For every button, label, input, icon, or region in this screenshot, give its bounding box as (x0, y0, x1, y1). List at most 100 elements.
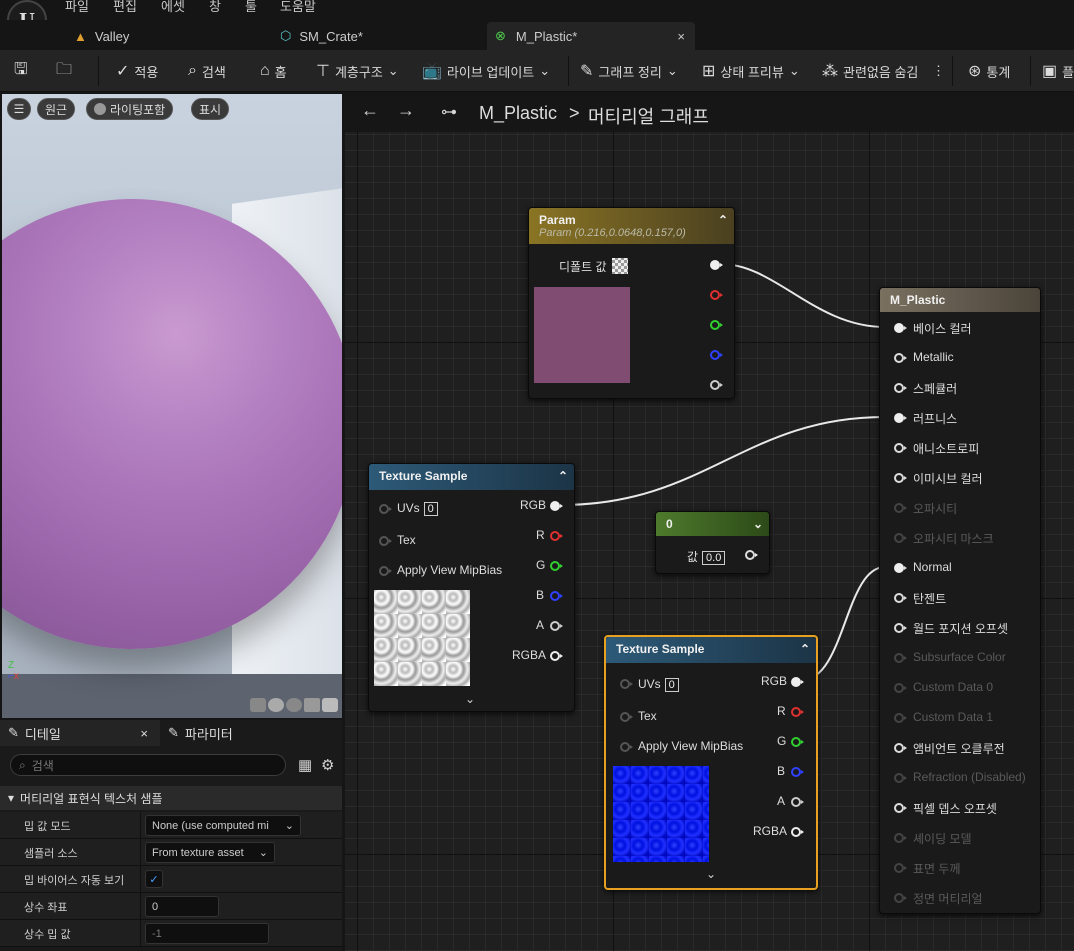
cylinder-icon[interactable] (250, 698, 266, 712)
a-output-pin[interactable] (710, 380, 723, 390)
teapot-icon[interactable] (322, 698, 338, 712)
save-button[interactable]: 🖫 (14, 50, 28, 92)
more-options-button[interactable]: ⋮ (932, 50, 945, 92)
material-preview-viewport[interactable]: ☰ 원근 라이팅포함 표시 Z ⌐x (2, 94, 342, 718)
tex-input-pin[interactable] (620, 712, 633, 722)
uvs-input-pin[interactable] (379, 504, 392, 514)
texture-sample-node[interactable]: Texture Sample ⌃ UVs 0 Tex Apply View Mip… (368, 463, 575, 712)
collapse-icon[interactable]: ⌃ (558, 469, 568, 483)
tab-sm-crate[interactable]: ⬡ SM_Crate* (280, 22, 480, 50)
plane-icon[interactable] (286, 698, 302, 712)
material-input-pin[interactable] (894, 863, 907, 873)
uv-index-input[interactable]: 0 (664, 678, 679, 692)
material-input-pin[interactable] (894, 473, 907, 483)
mipbias-input-pin[interactable] (620, 742, 633, 752)
auto-view-mip-bias-checkbox[interactable]: ✓ (145, 870, 163, 888)
material-input-pin[interactable] (894, 593, 907, 603)
hide-unrelated-button[interactable]: ⁂ 관련없음 숨김 (822, 50, 918, 92)
const-coordinate-input[interactable]: 0 (145, 896, 219, 917)
material-input-pin[interactable] (894, 323, 907, 333)
browse-button[interactable]: 🗀 (56, 50, 72, 92)
live-update-dropdown[interactable]: 📺 라이브 업데이트 ⌄ (422, 50, 550, 92)
a-output-pin[interactable] (791, 797, 804, 807)
material-input-pin[interactable] (894, 713, 907, 723)
constant-node[interactable]: 0 ⌄ 값 0.0 (655, 511, 770, 574)
a-output-pin[interactable] (550, 621, 563, 631)
details-search-input[interactable]: ⌕ 검색 (10, 754, 286, 776)
value-output-pin[interactable] (745, 550, 758, 560)
collapse-icon[interactable]: ⌃ (718, 213, 728, 227)
material-input-pin[interactable] (894, 803, 907, 813)
tab-m-plastic[interactable]: ⊗ M_Plastic* × (487, 22, 695, 50)
texture-sample-node-selected[interactable]: Texture Sample ⌃ UVs 0 Tex Apply View Mip… (604, 635, 818, 890)
g-output-pin[interactable] (550, 561, 563, 571)
r-output-pin[interactable] (791, 707, 804, 717)
expand-chevron-icon[interactable]: ⌄ (465, 692, 475, 706)
lit-mode-button[interactable]: 라이팅포함 (86, 98, 174, 120)
tex-input-pin[interactable] (379, 536, 392, 546)
material-input-pin[interactable] (894, 413, 907, 423)
close-icon[interactable]: × (140, 726, 148, 741)
menu-asset[interactable]: 에셋 (161, 0, 185, 15)
material-input-pin[interactable] (894, 623, 907, 633)
material-node-header[interactable]: M_Plastic (880, 288, 1040, 312)
sphere-icon[interactable] (268, 698, 284, 712)
material-input-pin[interactable] (894, 893, 907, 903)
grid-view-icon[interactable]: ▦ (298, 756, 312, 774)
rgb-output-pin[interactable] (791, 677, 804, 687)
rgba-output-pin[interactable] (550, 651, 563, 661)
preview-state-dropdown[interactable]: ⊞ 상태 프리뷰 ⌄ (702, 50, 800, 92)
material-input-pin[interactable] (894, 353, 907, 363)
uv-index-input[interactable]: 0 (423, 502, 438, 516)
r-output-pin[interactable] (550, 531, 563, 541)
material-result-node[interactable]: M_Plastic 베이스 컬러 Metallic 스페큘러 러프니스 애니소트로피 이미… (879, 287, 1041, 914)
checker-swatch-icon[interactable] (612, 258, 628, 274)
b-output-pin[interactable] (791, 767, 804, 777)
menu-help[interactable]: 도움말 (280, 0, 316, 15)
show-button[interactable]: 표시 (191, 98, 230, 120)
close-tab-icon[interactable]: × (677, 29, 685, 44)
sampler-source-dropdown[interactable]: From texture asset ⌄ (145, 842, 275, 863)
material-input-pin[interactable] (894, 443, 907, 453)
platform-button[interactable]: ▣ 플 (1042, 50, 1074, 92)
rgba-output-pin[interactable] (791, 827, 804, 837)
back-arrow-icon[interactable]: ← (361, 100, 379, 121)
perspective-button[interactable]: 원근 (37, 98, 76, 120)
chevron-down-icon[interactable]: ⌄ (753, 517, 763, 531)
search-button[interactable]: ⌕ 검색 (188, 50, 226, 92)
constant-value-input[interactable]: 0.0 (702, 551, 726, 565)
home-button[interactable]: ⌂ 홈 (260, 50, 287, 92)
rgb-output-pin[interactable] (550, 501, 563, 511)
expand-chevron-icon[interactable]: ⌄ (706, 867, 716, 881)
menu-window[interactable]: 창 (209, 0, 221, 15)
hierarchy-dropdown[interactable]: ⊤ 계층구조 ⌄ (316, 50, 399, 92)
material-input-pin[interactable] (894, 503, 907, 513)
tab-parameters[interactable]: ✎ 파라미터 (168, 720, 233, 746)
material-input-pin[interactable] (894, 533, 907, 543)
breadcrumb-asset[interactable]: M_Plastic (479, 103, 557, 124)
clean-graph-dropdown[interactable]: ✎ 그래프 정리 ⌄ (580, 50, 678, 92)
cube-icon[interactable] (304, 698, 320, 712)
g-output-pin[interactable] (791, 737, 804, 747)
material-input-pin[interactable] (894, 773, 907, 783)
mipbias-input-pin[interactable] (379, 566, 392, 576)
gear-icon[interactable]: ⚙ (321, 756, 334, 774)
b-output-pin[interactable] (550, 591, 563, 601)
uvs-input-pin[interactable] (620, 679, 633, 689)
tab-valley[interactable]: ▲ Valley (68, 22, 268, 50)
tab-details[interactable]: ✎ 디테일 × (0, 720, 160, 746)
apply-button[interactable]: ✓ 적용 (116, 50, 158, 92)
material-input-pin[interactable] (894, 653, 907, 663)
material-input-pin[interactable] (894, 833, 907, 843)
stats-button[interactable]: ⊛ 통계 (968, 50, 1010, 92)
texture-node-header[interactable]: Texture Sample ⌃ (369, 464, 574, 490)
r-output-pin[interactable] (710, 290, 723, 300)
material-input-pin[interactable] (894, 383, 907, 393)
param-node[interactable]: Param Param (0.216,0.0648,0.157,0) ⌃ 디폴트… (528, 207, 735, 399)
material-input-pin[interactable] (894, 683, 907, 693)
texture-node-header[interactable]: Texture Sample ⌃ (606, 637, 816, 663)
section-header[interactable]: ▾ 머티리얼 표현식 텍스처 샘플 (0, 786, 342, 810)
mip-value-mode-dropdown[interactable]: None (use computed mi ⌄ (145, 815, 301, 836)
menu-edit[interactable]: 편집 (113, 0, 137, 15)
param-node-header[interactable]: Param Param (0.216,0.0648,0.157,0) ⌃ (529, 208, 734, 244)
